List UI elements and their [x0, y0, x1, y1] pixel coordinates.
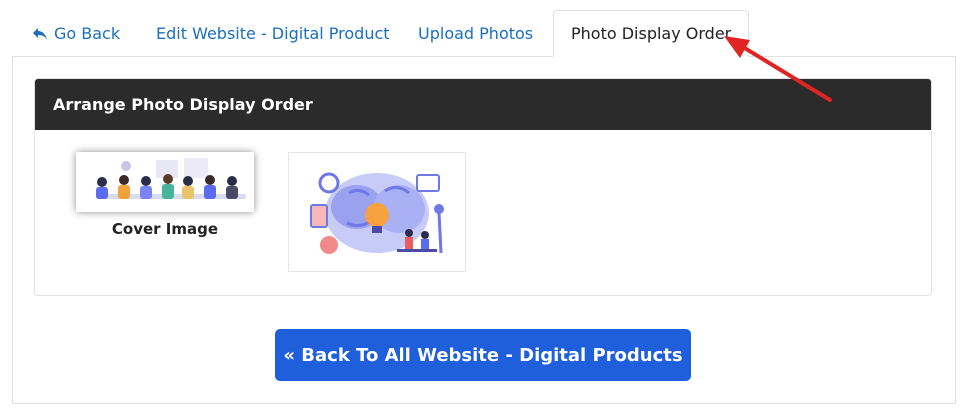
tab-upload-photos-label: Upload Photos: [418, 24, 534, 43]
tab-edit-website[interactable]: Edit Website - Digital Product: [139, 10, 407, 57]
arrange-photos-card: Arrange Photo Display Order Cover Image: [34, 78, 932, 296]
back-to-all-products-button[interactable]: « Back To All Website - Digital Products: [275, 329, 691, 381]
tab-content-panel: Arrange Photo Display Order Cover Image …: [12, 56, 956, 404]
tab-edit-website-label: Edit Website - Digital Product: [156, 24, 390, 43]
team-meeting-illustration-icon: [76, 152, 254, 212]
tab-go-back[interactable]: Go Back: [14, 10, 137, 57]
photo-thumbnail-2[interactable]: [288, 152, 466, 272]
card-header: Arrange Photo Display Order: [35, 79, 931, 130]
cover-image-label: Cover Image: [111, 220, 219, 238]
photo-thumbnail-cover[interactable]: [76, 152, 254, 212]
card-title: Arrange Photo Display Order: [53, 95, 313, 114]
reply-arrow-icon: [33, 27, 47, 40]
tab-photo-display-order[interactable]: Photo Display Order: [553, 10, 750, 57]
tab-photo-display-order-label: Photo Display Order: [571, 24, 732, 43]
brain-lightbulb-illustration-icon: [289, 153, 465, 271]
tab-bar: Go Back Edit Website - Digital Product U…: [12, 10, 957, 57]
tab-upload-photos[interactable]: Upload Photos: [401, 10, 550, 57]
tab-go-back-label: Go Back: [54, 24, 121, 43]
